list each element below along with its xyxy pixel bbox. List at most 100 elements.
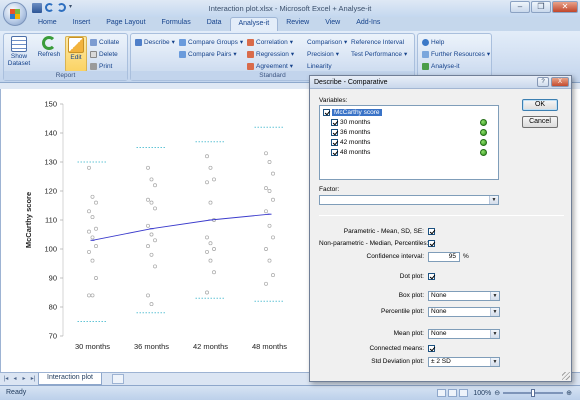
data-point	[208, 200, 213, 205]
linearity-button[interactable]: Linearity	[307, 61, 332, 71]
parametric-label: Parametric - Mean, SD, SE:	[343, 228, 424, 235]
data-point	[271, 273, 275, 278]
variable-item-48-months[interactable]: 48 months	[331, 148, 370, 157]
chevron-down-icon: ▼	[490, 330, 499, 338]
show-dataset-button[interactable]: Show Dataset	[7, 36, 31, 67]
zoom-out-icon[interactable]: ⊖	[494, 389, 500, 397]
dialog-help-button[interactable]: ?	[537, 77, 549, 87]
test-performance-button[interactable]: Test Performance ▾	[351, 49, 407, 59]
tab-add-ins[interactable]: Add-Ins	[348, 17, 388, 31]
y-tick-label: 130	[44, 158, 57, 167]
office-button[interactable]	[3, 2, 27, 26]
data-point	[271, 171, 275, 176]
variable-item-36-months[interactable]: 36 months	[331, 128, 370, 137]
data-point	[94, 244, 98, 249]
mean-plot-select[interactable]: None ▼	[428, 329, 500, 339]
describe-button[interactable]: Describe ▾	[135, 37, 175, 47]
tab-insert[interactable]: Insert	[65, 17, 99, 31]
ok-button[interactable]: OK	[522, 99, 558, 111]
normal-view-icon[interactable]	[437, 389, 446, 397]
chevron-down-icon: ▾	[233, 51, 237, 58]
correlation-button[interactable]: Correlation ▾	[247, 37, 293, 47]
dialog-close-button[interactable]: X	[551, 77, 569, 87]
resize-grip-icon[interactable]	[562, 372, 570, 380]
tab-review[interactable]: Review	[278, 17, 317, 31]
tab-data[interactable]: Data	[199, 17, 230, 31]
parametric-checkbox[interactable]	[428, 228, 435, 235]
tab-home[interactable]: Home	[30, 17, 65, 31]
variables-list[interactable]: McCarthy score 30 months 36 months 42 mo…	[319, 105, 499, 180]
data-point	[153, 183, 157, 188]
data-point	[205, 249, 209, 254]
reference-interval-button[interactable]: Reference Interval	[351, 37, 404, 47]
zoom-thumb[interactable]	[531, 389, 536, 397]
cancel-button[interactable]: Cancel	[522, 116, 558, 128]
further-resources-button[interactable]: Further Resources ▾	[422, 49, 490, 59]
confidence-interval-input[interactable]: 95	[428, 252, 460, 262]
sheet-tab-interaction-plot[interactable]: Interaction plot	[38, 373, 102, 385]
interaction-chart: 70 80 90 100 110 120 130 140 150 McCarthy score 30…	[24, 100, 287, 352]
sd-plot-select[interactable]: ± 2 SD ▼	[428, 357, 500, 367]
status-ok-icon	[480, 129, 487, 136]
precision-button[interactable]: Precision ▾	[307, 49, 339, 59]
tab-view[interactable]: View	[317, 17, 348, 31]
data-point	[153, 264, 157, 269]
variable-item-30-months[interactable]: 30 months	[331, 118, 370, 127]
compare-pairs-button[interactable]: Compare Pairs ▾	[179, 49, 237, 59]
print-button[interactable]: Print	[90, 61, 112, 71]
box-plot-select[interactable]: None ▼	[428, 291, 500, 301]
agreement-button[interactable]: Agreement ▾	[247, 61, 293, 71]
compare-groups-button[interactable]: Compare Groups ▾	[179, 37, 243, 47]
close-button[interactable]: ✕	[552, 1, 578, 13]
dot-plot-checkbox[interactable]	[428, 273, 435, 280]
compare-groups-icon	[179, 38, 186, 46]
delete-icon	[90, 50, 97, 58]
help-button[interactable]: Help	[422, 37, 444, 47]
variable-checkbox[interactable]	[331, 119, 338, 126]
delete-button[interactable]: Delete	[90, 49, 118, 59]
analyse-it-button[interactable]: Analyse-it	[422, 61, 460, 71]
variable-checkbox[interactable]	[331, 129, 338, 136]
y-tick-label: 140	[44, 129, 57, 138]
mean-plot-label: Mean plot:	[393, 330, 424, 337]
last-sheet-icon[interactable]: ▸|	[29, 375, 37, 383]
first-sheet-icon[interactable]: |◂	[2, 375, 10, 383]
variable-checkbox[interactable]	[331, 149, 338, 156]
edit-icon	[68, 37, 84, 53]
prev-sheet-icon[interactable]: ◂	[11, 375, 19, 383]
factor-select[interactable]: ▼	[319, 195, 499, 205]
zoom-in-icon[interactable]: ⊕	[566, 389, 572, 397]
nonparametric-checkbox[interactable]	[428, 240, 435, 247]
variable-checkbox[interactable]	[323, 109, 330, 116]
restore-button[interactable]: ❐	[531, 1, 551, 13]
edit-button[interactable]: Edit	[65, 36, 87, 72]
page-layout-view-icon[interactable]	[448, 389, 457, 397]
comparison-button[interactable]: Comparison ▾	[307, 37, 347, 47]
data-point	[87, 249, 91, 254]
tab-analyse-it[interactable]: Analyse-it	[229, 17, 279, 31]
variable-item-42-months[interactable]: 42 months	[331, 138, 370, 147]
zoom-level[interactable]: 100%	[473, 390, 491, 397]
data-point	[87, 229, 91, 234]
percentile-plot-select[interactable]: None ▼	[428, 307, 500, 317]
data-point	[146, 197, 150, 202]
data-point	[90, 194, 95, 199]
insert-sheet-icon[interactable]	[112, 374, 124, 384]
connected-means-checkbox[interactable]	[428, 345, 435, 352]
minimize-button[interactable]: –	[510, 1, 530, 13]
next-sheet-icon[interactable]: ▸	[20, 375, 28, 383]
zoom-control: 100% ⊖ ⊕	[473, 389, 572, 397]
tab-page-layout[interactable]: Page Layout	[98, 17, 153, 31]
data-point	[267, 189, 272, 193]
variable-checkbox[interactable]	[331, 139, 338, 146]
data-point	[271, 197, 275, 202]
collate-button[interactable]: Collate	[90, 37, 119, 47]
regression-button[interactable]: Regression ▾	[247, 49, 294, 59]
tab-formulas[interactable]: Formulas	[154, 17, 199, 31]
refresh-button[interactable]: Refresh	[37, 36, 61, 58]
variable-item-mccarthy-score[interactable]: McCarthy score	[323, 108, 382, 117]
zoom-slider[interactable]	[503, 389, 564, 397]
status-bar: Ready 100% ⊖ ⊕	[0, 385, 580, 400]
page-break-view-icon[interactable]	[459, 389, 468, 397]
y-tick-label: 120	[44, 187, 57, 196]
